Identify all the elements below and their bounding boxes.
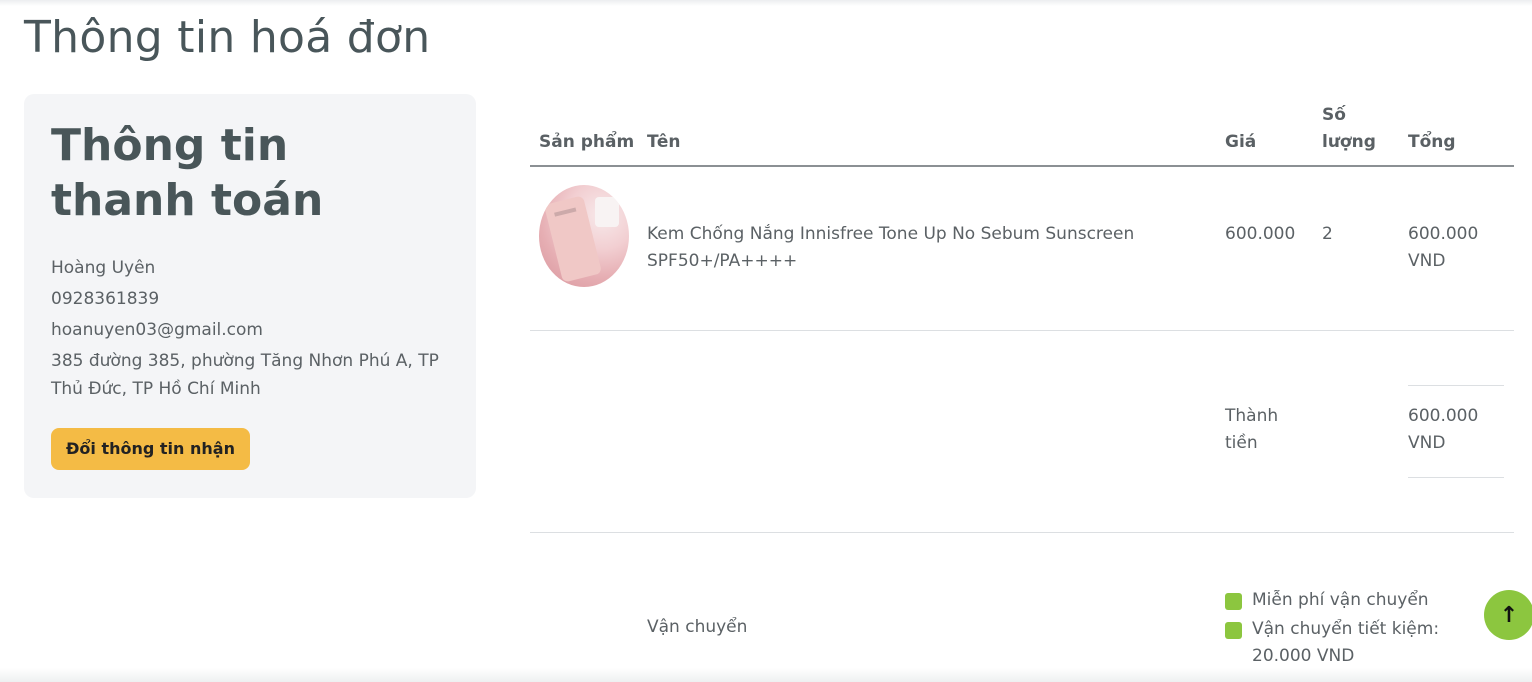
product-quantity: 2 [1322, 224, 1333, 244]
subtotal-top-divider [1408, 385, 1504, 386]
product-tube-shape [543, 195, 603, 283]
col-header-total: Tổng [1408, 132, 1456, 152]
shipping-label: Vận chuyển [647, 617, 748, 637]
change-info-button[interactable]: Đổi thông tin nhận [51, 428, 250, 470]
shipping-option-label: Miễn phí vận chuyển [1252, 590, 1429, 610]
customer-address: 385 đường 385, phường Tăng Nhơn Phú A, T… [51, 351, 439, 399]
billing-details: Hoàng Uyên 0928361839 hoanuyen03@gmail.c… [51, 254, 449, 403]
scroll-to-top-button[interactable]: ↑ [1484, 590, 1532, 640]
checkbox-icon[interactable] [1225, 593, 1242, 610]
arrow-up-icon: ↑ [1499, 602, 1519, 628]
col-header-price: Giá [1225, 132, 1257, 152]
shipping-option-free[interactable]: Miễn phí vận chuyển [1225, 587, 1525, 614]
footer-shadow [0, 668, 1532, 682]
subtotal-bottom-divider [1408, 477, 1504, 478]
subtotal-value: 600.000 VND [1408, 406, 1479, 453]
product-price: 600.000 [1225, 224, 1296, 244]
customer-email: hoanuyen03@gmail.com [51, 320, 263, 340]
customer-name: Hoàng Uyên [51, 258, 156, 278]
header-shadow [0, 0, 1532, 6]
header-divider [530, 165, 1514, 167]
product-total: 600.000 VND [1408, 224, 1479, 271]
subtotal-label: Thành tiền [1225, 406, 1279, 453]
billing-heading: Thông tin thanh toán [51, 120, 324, 226]
product-cap-shape [595, 197, 619, 227]
customer-phone: 0928361839 [51, 289, 160, 309]
product-name[interactable]: Kem Chống Nắng Innisfree Tone Up No Sebu… [647, 221, 1167, 275]
checkbox-icon[interactable] [1225, 622, 1242, 639]
page-title: Thông tin hoá đơn [24, 12, 431, 63]
product-image[interactable] [539, 185, 629, 287]
shipping-option-label: Vận chuyển tiết kiệm: 20.000 VND [1252, 619, 1440, 666]
billing-info-card: Thông tin thanh toán Hoàng Uyên 09283618… [24, 94, 476, 498]
shipping-option-economy[interactable]: Vận chuyển tiết kiệm: 20.000 VND [1225, 616, 1500, 670]
col-header-quantity: Số lượng [1322, 105, 1376, 152]
col-header-name: Tên [647, 132, 681, 152]
row-divider [530, 330, 1514, 331]
row-divider [530, 532, 1514, 533]
col-header-product: Sản phẩm [539, 132, 635, 152]
